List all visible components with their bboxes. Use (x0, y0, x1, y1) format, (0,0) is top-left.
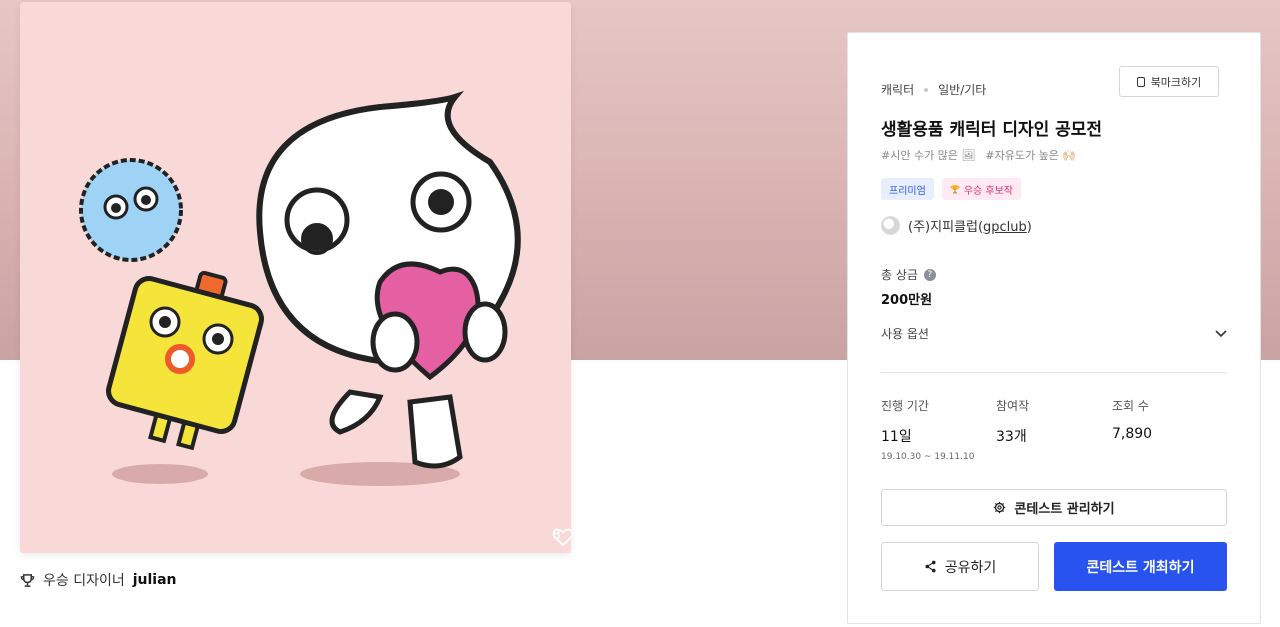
blue-fluff-character (79, 158, 183, 262)
contest-info-panel: 캐릭터 일반/기타 북마크하기 생활용품 캐릭터 디자인 공모전 #시안 수가 … (847, 32, 1261, 624)
trophy-icon (20, 573, 35, 587)
prize-label-text: 총 상금 (881, 268, 918, 282)
contest-badges: 프리미엄 우승 후보작 (881, 178, 1021, 200)
avatar (881, 216, 900, 235)
share-button[interactable]: 공유하기 (881, 542, 1039, 591)
host-info[interactable]: (주)지피클럽(gpclub) (881, 216, 1032, 235)
usage-options-toggle[interactable]: 사용 옵션 (881, 325, 1227, 342)
tag[interactable]: #시안 수가 많은 🖼 (881, 147, 975, 163)
manage-contest-button[interactable]: 콘테스트 관리하기 (881, 489, 1227, 526)
trophy-icon (950, 185, 960, 194)
yellow-plug-character (106, 270, 264, 451)
award-candidate-badge: 우승 후보작 (941, 178, 1021, 200)
usage-options-label: 사용 옵션 (881, 327, 929, 341)
white-character (256, 90, 521, 469)
stat-entries: 참여작 33개 (996, 397, 1029, 446)
winner-name[interactable]: julian (133, 572, 177, 588)
stat-value: 7,890 (1112, 426, 1153, 442)
award-badge-label: 우승 후보작 (963, 185, 1013, 197)
manage-button-label: 콘테스트 관리하기 (1014, 502, 1115, 517)
host-handle[interactable]: gpclub (983, 220, 1027, 235)
heart-icon[interactable] (552, 527, 571, 547)
share-button-label: 공유하기 (944, 559, 997, 576)
stat-value: 33개 (996, 429, 1027, 445)
share-icon (925, 560, 936, 573)
bookmark-button[interactable]: 북마크하기 (1119, 66, 1219, 97)
winning-artwork[interactable]: 8 (20, 2, 571, 553)
tag[interactable]: #자유도가 높은 🙌🏻 (985, 147, 1076, 163)
contest-title: 생활용품 캐릭터 디자인 공모전 (881, 120, 1103, 140)
premium-badge: 프리미엄 (881, 178, 934, 200)
bookmark-icon (1136, 76, 1145, 87)
like-counter[interactable]: 8 (552, 527, 571, 547)
host-contest-button[interactable]: 콘테스트 개최하기 (1054, 542, 1227, 591)
stat-label: 진행 기간 (881, 399, 929, 413)
prize-label: 총 상금 ? (881, 266, 936, 283)
host-button-label: 콘테스트 개최하기 (1086, 559, 1195, 576)
stat-label: 참여작 (996, 399, 1030, 413)
divider (881, 372, 1227, 373)
stat-value: 11일 (881, 429, 912, 445)
breadcrumb-separator (924, 87, 929, 92)
winner-designer: 우승 디자이너 julian (20, 570, 177, 590)
winner-label: 우승 디자이너 (43, 573, 125, 589)
host-name: (주)지피클럽 (908, 220, 978, 235)
stat-label: 조회 수 (1112, 399, 1149, 413)
bookmark-label: 북마크하기 (1150, 75, 1202, 89)
period-range: 19.10.30 ~ 19.11.10 (881, 452, 975, 462)
contest-tags: #시안 수가 많은 🖼 #자유도가 높은 🙌🏻 (881, 147, 1076, 163)
character-illustration (79, 90, 521, 486)
help-icon[interactable]: ? (923, 268, 936, 281)
stat-views: 조회 수 7,890 (1112, 397, 1152, 442)
chevron-down-icon (1215, 329, 1227, 337)
stat-period: 진행 기간 11일 19.10.30 ~ 19.11.10 (881, 397, 974, 462)
gear-icon (994, 501, 1006, 514)
breadcrumb-category[interactable]: 캐릭터 (881, 81, 914, 98)
breadcrumb-subcategory[interactable]: 일반/기타 (938, 81, 986, 98)
prize-value: 200만원 (881, 293, 933, 308)
breadcrumb: 캐릭터 일반/기타 (881, 81, 986, 98)
